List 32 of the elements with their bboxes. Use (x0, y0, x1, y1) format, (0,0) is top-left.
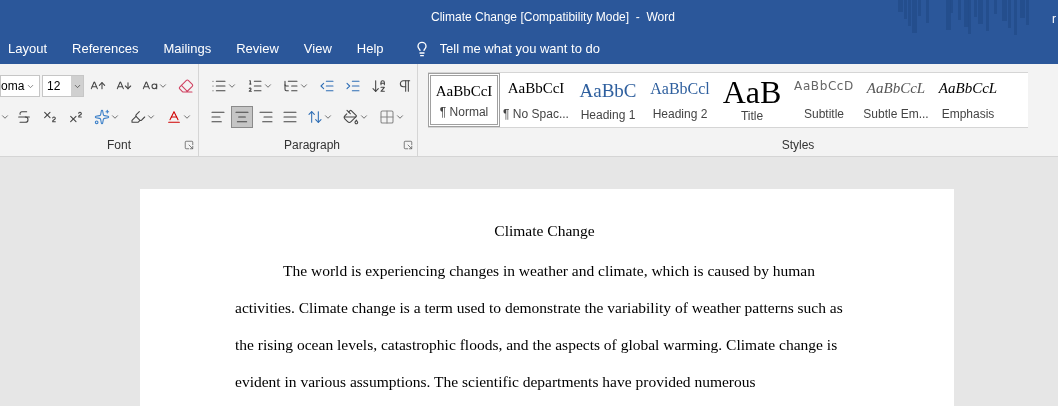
ribbon-tab[interactable]: Help (356, 34, 384, 64)
style-item[interactable]: AaBbCcI ¶ No Spac... (500, 73, 572, 127)
ribbon-tab[interactable]: Review (236, 34, 279, 64)
ribbon-tab[interactable]: Layout (8, 34, 48, 64)
tell-me-field[interactable]: Tell me what you want to do (439, 39, 690, 59)
align-button[interactable] (231, 106, 253, 128)
document-title: Climate Change (494, 222, 595, 239)
align-lines-icon (282, 109, 298, 125)
ribbon-tab[interactable]: Mailings (163, 34, 212, 64)
font-size-dropdown[interactable]: 12 (42, 75, 84, 97)
align-lines-icon (258, 109, 274, 125)
dialog-launcher-icon[interactable] (403, 140, 413, 150)
style-item[interactable]: AaBbCcL Subtle Em... (860, 73, 932, 127)
document-paragraph: The world is experiencing changes in weather and climate, which is caused by human activities. Climate change is a term used to demonstrate the variability of weather patterns such as the rising ocean levels, catastrophic floods, and the aspects of global warming. Climate change is evident in various assumptions. The scientific departments have provided numerous (235, 261, 844, 393)
window-title: Climate Change [Compatibility Mode] - Word (431, 9, 675, 26)
dialog-launcher-icon[interactable] (184, 140, 194, 150)
style-item[interactable]: AaBbCcl Heading 2 (644, 73, 716, 127)
group-label: Paragraph (283, 137, 340, 154)
align-lines-icon (210, 109, 226, 125)
group-label: Styles (781, 137, 815, 154)
font-name-dropdown[interactable]: oma (0, 75, 40, 97)
style-item[interactable]: AaBbCcD Subtitle (788, 73, 860, 127)
style-item[interactable]: AaBbCcI ¶ Normal (428, 73, 500, 127)
align-lines-icon (234, 109, 250, 125)
ribbon-tab[interactable]: References (72, 34, 139, 64)
caret-icon[interactable] (0, 112, 10, 122)
style-item[interactable]: AaBbC Heading 1 (572, 73, 644, 127)
user-name[interactable]: r (1052, 10, 1056, 28)
style-item[interactable]: AaBbCcL Emphasis (932, 73, 1004, 127)
ribbon-tab[interactable]: View (303, 34, 332, 64)
group-label: Font (107, 137, 131, 154)
style-item[interactable]: AaB Title (716, 73, 788, 127)
